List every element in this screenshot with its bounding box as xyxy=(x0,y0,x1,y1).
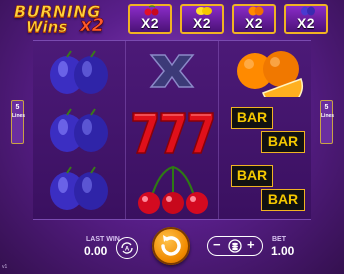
lines-number: 5 xyxy=(15,104,20,111)
multiplier-badge-orange: X2 xyxy=(232,4,276,34)
bar-label: BAR xyxy=(261,131,305,153)
seven-symbol xyxy=(132,112,214,154)
autoplay-button[interactable]: A xyxy=(116,237,138,259)
lines-indicator-right: 5 Lines xyxy=(320,100,335,144)
multiplier-badge-lemon: X2 xyxy=(180,4,224,34)
plum-symbol xyxy=(50,166,108,210)
logo-line-x2: x2 xyxy=(80,15,105,37)
lines-number: 5 xyxy=(324,104,329,111)
multiplier-badges: X2 X2 X2 X2 xyxy=(128,4,328,38)
game-logo: BURNING Wins x2 xyxy=(14,2,114,38)
multiplier-badge-plum: X2 xyxy=(284,4,328,34)
bar-symbol: BAR BAR xyxy=(229,165,309,215)
svg-text:A: A xyxy=(125,247,130,253)
bar-label: BAR xyxy=(231,165,273,187)
x-symbol xyxy=(149,54,195,88)
reel-divider xyxy=(125,41,126,219)
bar-symbol: BAR BAR xyxy=(229,107,309,157)
coins-icon xyxy=(228,239,242,253)
plum-symbol xyxy=(50,50,108,94)
lines-indicator-left: 5 Lines xyxy=(11,100,26,144)
last-win-label: LAST WIN xyxy=(86,236,120,243)
bar-label: BAR xyxy=(261,189,305,211)
cherry-symbol xyxy=(138,165,208,214)
autoplay-icon: A xyxy=(121,242,133,254)
spin-icon xyxy=(161,235,181,256)
bar-label: BAR xyxy=(231,107,273,129)
bet-decrease-button[interactable]: − xyxy=(213,238,221,252)
lines-word: Lines xyxy=(12,113,26,119)
bet-increase-button[interactable]: + xyxy=(247,238,255,252)
version-text: v1 xyxy=(2,264,8,270)
multiplier-label: X2 xyxy=(244,15,264,31)
multiplier-badge-cherry: X2 xyxy=(128,4,172,34)
multiplier-label: X2 xyxy=(192,15,212,31)
spin-button[interactable] xyxy=(152,227,190,265)
bet-value: 1.00 xyxy=(271,244,295,258)
logo-line-wins: Wins xyxy=(26,18,68,37)
reel-divider xyxy=(218,41,219,219)
multiplier-label: X2 xyxy=(140,15,160,31)
bet-label: BET xyxy=(272,236,286,243)
plum-symbol xyxy=(50,108,108,152)
orange-symbol xyxy=(237,51,303,97)
multiplier-label: X2 xyxy=(296,15,316,31)
last-win-value: 0.00 xyxy=(84,244,108,258)
lines-word: Lines xyxy=(321,113,335,119)
bet-selector[interactable]: − + xyxy=(207,236,263,256)
reels-area: BAR BAR BAR BAR xyxy=(33,40,311,220)
